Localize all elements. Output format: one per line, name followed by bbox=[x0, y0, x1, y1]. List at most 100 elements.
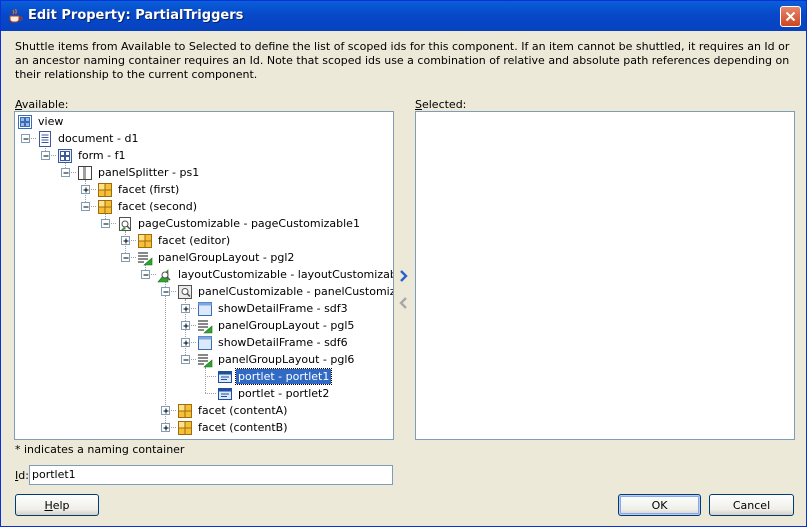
tree-connector bbox=[205, 367, 206, 393]
tree-item-label: pageCustomizable - pageCustomizable1 bbox=[138, 217, 360, 230]
cancel-button[interactable]: Cancel bbox=[709, 494, 794, 516]
document-icon bbox=[39, 130, 51, 147]
plus-icon bbox=[83, 187, 89, 193]
facet-icon bbox=[98, 199, 112, 214]
plus-icon bbox=[163, 425, 169, 431]
collapse-toggle[interactable] bbox=[61, 168, 70, 177]
plus-icon bbox=[123, 238, 129, 244]
expand-toggle[interactable] bbox=[181, 321, 190, 330]
collapse-toggle[interactable] bbox=[141, 270, 150, 279]
tree-item-label: panelCustomizable - panelCustomizable1 bbox=[198, 285, 394, 298]
tree-item-label: panelGroupLayout - pgl2 bbox=[158, 251, 295, 264]
panel-splitter-icon bbox=[78, 165, 92, 180]
tree-item[interactable]: facet (first) bbox=[97, 181, 181, 198]
facet-icon bbox=[178, 403, 192, 418]
title-bar: Edit Property: PartialTriggers bbox=[1, 1, 806, 31]
tree-item[interactable]: document - d1 bbox=[37, 130, 140, 147]
panel-group-layout-icon bbox=[138, 251, 153, 265]
minus-icon bbox=[163, 291, 169, 293]
dialog-title: Edit Property: PartialTriggers bbox=[28, 8, 244, 23]
minus-icon bbox=[183, 359, 189, 361]
tree-item[interactable]: portlet - portlet2 bbox=[217, 385, 331, 402]
expand-toggle[interactable] bbox=[121, 236, 130, 245]
ok-button[interactable]: OK bbox=[618, 494, 701, 516]
tree-item[interactable]: facet (contentB) bbox=[177, 419, 289, 436]
tree-item[interactable]: facet (contentA) bbox=[177, 402, 289, 419]
tree-item[interactable]: pageCustomizable - pageCustomizable1 bbox=[117, 215, 362, 232]
expand-toggle[interactable] bbox=[181, 304, 190, 313]
tree-connector bbox=[205, 393, 216, 394]
page-customizable-icon bbox=[119, 216, 131, 231]
tree-item-label: facet (first) bbox=[118, 183, 180, 196]
tree-item[interactable]: panelGroupLayout - pgl2 bbox=[137, 249, 296, 266]
expand-toggle[interactable] bbox=[161, 406, 170, 415]
tree-item[interactable]: layoutCustomizable - layoutCustomizable1 bbox=[157, 266, 394, 283]
tree-item-label: facet (second) bbox=[118, 200, 198, 213]
tree-item-label: showDetailFrame - sdf6 bbox=[218, 336, 348, 349]
tree-item-label: portlet - portlet2 bbox=[238, 387, 330, 400]
shuttle-right-icon[interactable] bbox=[397, 268, 411, 284]
collapse-toggle[interactable] bbox=[101, 219, 110, 228]
tree-item[interactable]: form - f1 bbox=[57, 147, 127, 164]
portlet-icon bbox=[218, 387, 232, 400]
show-detail-frame-icon bbox=[198, 335, 212, 350]
minus-icon bbox=[123, 257, 129, 259]
expand-toggle[interactable] bbox=[81, 185, 90, 194]
facet-icon bbox=[178, 420, 192, 435]
minus-icon bbox=[83, 206, 89, 208]
tree-item-label: document - d1 bbox=[58, 132, 139, 145]
collapse-toggle[interactable] bbox=[81, 202, 90, 211]
tree-item-label: panelSplitter - ps1 bbox=[98, 166, 200, 179]
help-button[interactable]: Help bbox=[15, 494, 99, 516]
minus-icon bbox=[103, 223, 109, 225]
panel-group-layout-icon bbox=[198, 319, 213, 333]
tree-item[interactable]: showDetailFrame - sdf3 bbox=[197, 300, 350, 317]
available-tree-content: view document - d1 form - f1 panelSplitter … bbox=[15, 112, 393, 439]
collapse-toggle[interactable] bbox=[181, 355, 190, 364]
tree-item-label: panelGroupLayout - pgl5 bbox=[218, 319, 355, 332]
tree-item-label: facet (contentB) bbox=[198, 421, 288, 434]
expand-toggle[interactable] bbox=[161, 423, 170, 432]
plus-icon bbox=[163, 408, 169, 414]
close-button[interactable] bbox=[780, 6, 801, 27]
java-cup-icon bbox=[9, 8, 23, 23]
available-tree[interactable]: view document - d1 form - f1 panelSplitter … bbox=[14, 111, 394, 440]
selected-label: Selected: bbox=[415, 98, 467, 111]
tree-item[interactable]: panelGroupLayout - pgl5 bbox=[197, 317, 356, 334]
tree-item-label: view bbox=[38, 115, 64, 128]
available-label: Available: bbox=[15, 98, 69, 111]
tree-item[interactable]: facet (editor) bbox=[137, 232, 232, 249]
tree-item-label: layoutCustomizable - layoutCustomizable1 bbox=[178, 268, 394, 281]
tree-item[interactable]: showDetailFrame - sdf6 bbox=[197, 334, 350, 351]
panel-customizable-icon bbox=[178, 284, 192, 299]
tree-item[interactable]: panelSplitter - ps1 bbox=[77, 164, 201, 181]
expand-toggle[interactable] bbox=[181, 338, 190, 347]
tree-item[interactable]: facet (second) bbox=[97, 198, 199, 215]
id-label: Id: bbox=[15, 469, 29, 482]
minus-icon bbox=[23, 138, 29, 140]
collapse-toggle[interactable] bbox=[161, 287, 170, 296]
facet-icon bbox=[138, 233, 152, 248]
view-icon bbox=[18, 114, 32, 129]
minus-icon bbox=[143, 274, 149, 276]
tree-item[interactable]: panelGroupLayout - pgl6 bbox=[197, 351, 356, 368]
tree-item[interactable]: view bbox=[17, 113, 65, 130]
collapse-toggle[interactable] bbox=[21, 134, 30, 143]
panel-group-layout-icon bbox=[198, 353, 213, 367]
naming-container-note: * indicates a naming container bbox=[15, 443, 185, 456]
plus-icon bbox=[183, 323, 189, 329]
selected-list[interactable] bbox=[415, 111, 795, 440]
minus-icon bbox=[63, 172, 69, 174]
layout-customizable-icon bbox=[157, 268, 171, 282]
tree-item-label: showDetailFrame - sdf3 bbox=[218, 302, 348, 315]
tree-item-label: portlet - portlet1 bbox=[234, 368, 333, 385]
tree-item-label: facet (editor) bbox=[158, 234, 231, 247]
collapse-toggle[interactable] bbox=[41, 151, 50, 160]
id-field[interactable]: portlet1 bbox=[29, 465, 393, 485]
shuttle-left-icon[interactable] bbox=[397, 295, 411, 311]
collapse-toggle[interactable] bbox=[121, 253, 130, 262]
tree-item[interactable]: panelCustomizable - panelCustomizable1 bbox=[177, 283, 394, 300]
tree-item[interactable]: portlet - portlet1 bbox=[217, 368, 333, 385]
tree-connector bbox=[205, 376, 216, 377]
tree-item-label: panelGroupLayout - pgl6 bbox=[218, 353, 355, 366]
